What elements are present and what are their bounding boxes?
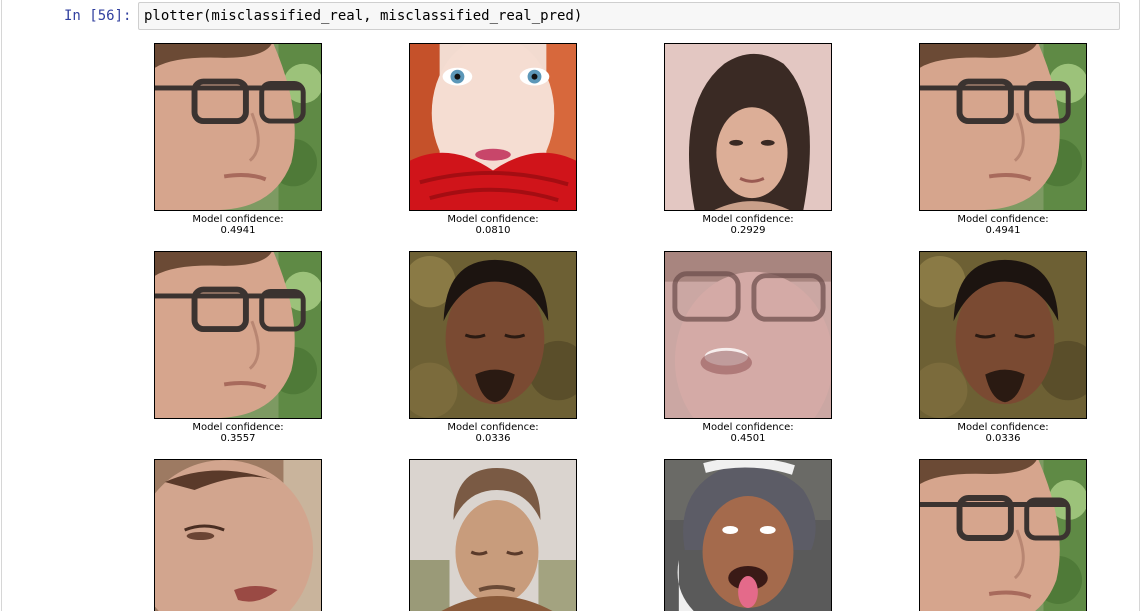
face-image-man-glasses-profile (154, 251, 322, 419)
confidence-caption: Model confidence: 0.4501 (648, 422, 848, 444)
confidence-value: 0.3557 (220, 433, 256, 444)
face-image-woman-red-scarf (409, 43, 577, 211)
confidence-caption: Model confidence: 0.2929 (648, 214, 848, 236)
caption-label: Model confidence: (702, 422, 794, 433)
face-image-man-glasses-profile (919, 43, 1087, 211)
caption-label: Model confidence: (447, 422, 539, 433)
confidence-value: 0.4941 (220, 225, 256, 236)
confidence-caption: Model confidence: 0.4941 (138, 214, 338, 236)
face-image-man-eyes-closed (409, 251, 577, 419)
face-image-man-glasses-profile (919, 459, 1087, 611)
caption-label: Model confidence: (702, 214, 794, 225)
confidence-value: 0.0336 (985, 433, 1021, 444)
confidence-value: 0.0810 (475, 225, 511, 236)
confidence-caption: Model confidence: 0.0810 (393, 214, 593, 236)
confidence-value: 0.2929 (730, 225, 766, 236)
face-image-man-looking-down (409, 459, 577, 611)
confidence-caption: Model confidence: 0.3557 (138, 422, 338, 444)
confidence-value: 0.4501 (730, 433, 766, 444)
face-image-blurry-woman-glasses (664, 251, 832, 419)
face-image-man-cap-tongue (664, 459, 832, 611)
caption-label: Model confidence: (447, 214, 539, 225)
confidence-caption: Model confidence: 0.0336 (903, 422, 1103, 444)
confidence-value: 0.4941 (985, 225, 1021, 236)
notebook-page: In [56]: plotter(misclassified_real, mis… (0, 0, 1143, 611)
caption-label: Model confidence: (957, 422, 1049, 433)
face-image-woman-closeup (154, 459, 322, 611)
confidence-caption: Model confidence: 0.4941 (903, 214, 1103, 236)
face-image-man-eyes-closed (919, 251, 1087, 419)
face-image-man-glasses-profile (154, 43, 322, 211)
confidence-value: 0.0336 (475, 433, 511, 444)
face-image-woman-long-hair (664, 43, 832, 211)
caption-label: Model confidence: (957, 214, 1049, 225)
caption-label: Model confidence: (192, 214, 284, 225)
confidence-caption: Model confidence: 0.0336 (393, 422, 593, 444)
output-image-grid: Model confidence: 0.4941 Model confidence… (0, 0, 1143, 611)
caption-label: Model confidence: (192, 422, 284, 433)
